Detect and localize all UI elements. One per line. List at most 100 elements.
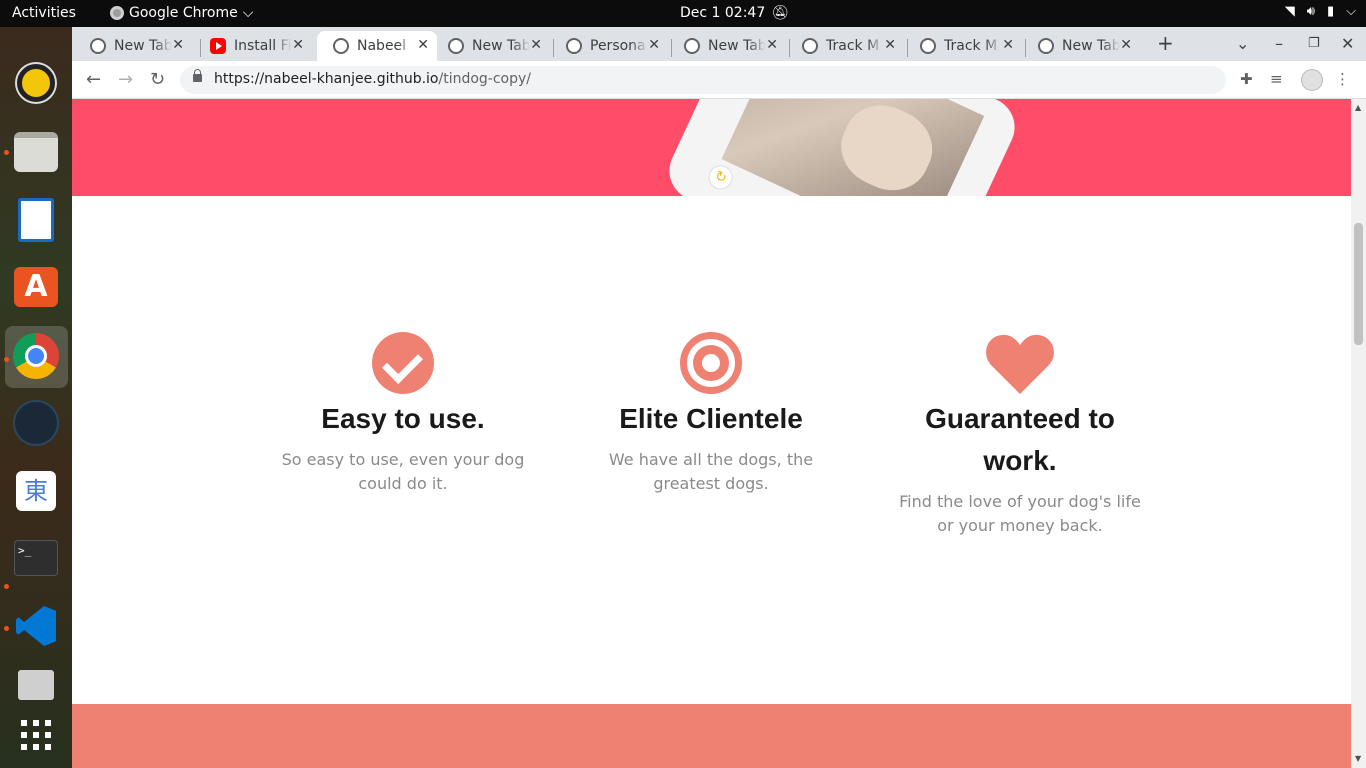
running-indicator — [4, 584, 9, 589]
close-tab-icon[interactable]: ✕ — [292, 37, 304, 53]
tab-title: Persona — [590, 38, 646, 54]
tab-personal[interactable]: Persona ✕ — [550, 31, 668, 61]
tab-track-2[interactable]: Track M ✕ — [904, 31, 1022, 61]
features-section: Easy to use. So easy to use, even your d… — [72, 196, 1351, 704]
tab-new-tab-4[interactable]: New Tab ✕ — [1022, 31, 1140, 61]
tab-title: New Tab — [1062, 38, 1120, 54]
rewind-icon: ↻ — [704, 161, 737, 194]
check-circle-icon — [372, 332, 434, 394]
feature-elite-clientele: Elite Clientele We have all the dogs, th… — [581, 332, 841, 496]
tab-new-tab-3[interactable]: New Tab ✕ — [668, 31, 786, 61]
chrome-icon — [90, 38, 106, 54]
volume-icon: 🔊︎ — [1306, 4, 1315, 19]
chrome-icon — [110, 6, 124, 20]
close-tab-icon[interactable]: ✕ — [1002, 37, 1014, 53]
restore-window-icon[interactable]: ❐ — [1308, 36, 1320, 51]
tab-nabeel-active[interactable]: Nabeel ✕ — [317, 31, 437, 61]
tab-title: Track M — [826, 38, 880, 54]
dog-photo — [721, 99, 985, 196]
feature-title: Elite Clientele — [619, 403, 803, 434]
globe-icon — [566, 38, 582, 54]
system-tray[interactable]: ◥ 🔊︎ ▮ ⌵ — [1285, 4, 1356, 19]
chevron-down-icon: ⌵ — [1346, 4, 1356, 19]
forward-arrow-icon[interactable]: → — [118, 69, 133, 90]
browser-toolbar: ← → ↻ https://nabeel-khanjee.github.io/t… — [72, 61, 1366, 99]
show-apps-grid-icon[interactable] — [12, 711, 60, 759]
url-host: https://nabeel-khanjee.github.io — [214, 71, 439, 87]
rhythmbox-icon[interactable] — [12, 59, 60, 107]
libreoffice-writer-icon[interactable] — [12, 196, 60, 244]
feature-text: So easy to use, even your dog could do i… — [281, 450, 525, 493]
app-menu[interactable]: Google Chrome ⌵ — [110, 5, 253, 21]
running-indicator — [4, 626, 9, 631]
tab-title: Track M — [944, 38, 998, 54]
tab-new-tab-2[interactable]: New Tab ✕ — [432, 31, 550, 61]
feature-title: Guaranteed to work. — [925, 403, 1115, 476]
feature-text: Find the love of your dog's life or your… — [899, 492, 1141, 535]
battery-icon: ▮ — [1326, 4, 1335, 19]
clock-label: Dec 1 02:47 — [680, 5, 766, 21]
media-queue-icon[interactable]: ≡ — [1270, 70, 1283, 88]
chrome-icon — [684, 38, 700, 54]
tab-title: New Tab — [114, 38, 172, 54]
system-top-bar: Activities Google Chrome ⌵ Dec 1 02:47 🔕… — [0, 0, 1366, 27]
running-indicator — [4, 357, 9, 362]
new-tab-plus-icon[interactable]: + — [1157, 31, 1174, 55]
chrome-icon — [448, 38, 464, 54]
reload-icon[interactable]: ↻ — [150, 69, 165, 90]
lock-icon — [193, 69, 202, 82]
close-window-icon[interactable]: ✕ — [1341, 34, 1354, 53]
tab-title: Install Fi — [234, 38, 292, 54]
testimonial-section — [72, 704, 1351, 768]
feature-easy-to-use: Easy to use. So easy to use, even your d… — [273, 332, 533, 496]
chevron-down-icon: ⌵ — [242, 5, 254, 21]
extensions-puzzle-icon[interactable]: ✚ — [1240, 70, 1253, 88]
address-bar[interactable]: https://nabeel-khanjee.github.io/tindog-… — [180, 66, 1226, 94]
scroll-down-arrow-icon[interactable]: ▼ — [1355, 754, 1361, 763]
profile-avatar-icon[interactable] — [1301, 69, 1323, 91]
globe-icon — [333, 38, 349, 54]
bullseye-icon — [680, 332, 742, 394]
clock[interactable]: Dec 1 02:47 🔕︎ — [680, 5, 789, 21]
chrome-icon[interactable] — [12, 332, 60, 380]
minimize-window-icon[interactable]: – — [1275, 34, 1283, 53]
tab-strip: New Tab ✕ Install Fi ✕ Nabeel ✕ New Tab … — [72, 27, 1366, 61]
back-arrow-icon[interactable]: ← — [86, 69, 101, 90]
hero-section: ↻ — [72, 99, 1351, 196]
close-tab-icon[interactable]: ✕ — [884, 37, 896, 53]
close-tab-icon[interactable]: ✕ — [172, 37, 184, 53]
heart-icon — [986, 334, 1054, 394]
tab-title: New Tab — [708, 38, 766, 54]
dock: A 東 >_ — [0, 27, 72, 768]
scrollbar-thumb[interactable] — [1354, 223, 1363, 345]
tab-install[interactable]: Install Fi ✕ — [194, 31, 312, 61]
wifi-icon: ◥ — [1284, 4, 1295, 19]
chrome-menu-icon[interactable]: ⋮ — [1335, 70, 1350, 88]
page-scrollbar[interactable]: ▲ ▼ — [1351, 99, 1366, 768]
tab-search-icon[interactable]: ⌄ — [1236, 34, 1249, 53]
bell-off-icon: 🔕︎ — [771, 5, 790, 21]
scroll-up-arrow-icon[interactable]: ▲ — [1355, 103, 1361, 112]
steam-icon[interactable] — [12, 399, 60, 447]
url-text[interactable]: https://nabeel-khanjee.github.io/tindog-… — [214, 71, 531, 87]
close-tab-icon[interactable]: ✕ — [766, 37, 778, 53]
tab-new-tab-1[interactable]: New Tab ✕ — [74, 31, 192, 61]
tab-title: New Tab — [472, 38, 530, 54]
close-tab-icon[interactable]: ✕ — [417, 37, 429, 53]
feature-title: Easy to use. — [321, 403, 485, 434]
close-tab-icon[interactable]: ✕ — [1120, 37, 1132, 53]
vscode-icon[interactable] — [12, 602, 60, 650]
feature-text: We have all the dogs, the greatest dogs. — [608, 450, 814, 493]
input-method-icon[interactable]: 東 — [12, 467, 60, 515]
close-tab-icon[interactable]: ✕ — [530, 37, 542, 53]
running-indicator — [4, 150, 9, 155]
close-tab-icon[interactable]: ✕ — [648, 37, 660, 53]
phone-mockup-image: ↻ — [659, 99, 1025, 196]
files-icon[interactable] — [12, 128, 60, 176]
globe-icon — [802, 38, 818, 54]
terminal-icon[interactable]: >_ — [12, 534, 60, 582]
software-center-icon[interactable]: A — [12, 263, 60, 311]
url-path: /tindog-copy/ — [438, 71, 532, 87]
activities-button[interactable]: Activities — [12, 5, 76, 21]
tab-track-1[interactable]: Track M ✕ — [786, 31, 904, 61]
